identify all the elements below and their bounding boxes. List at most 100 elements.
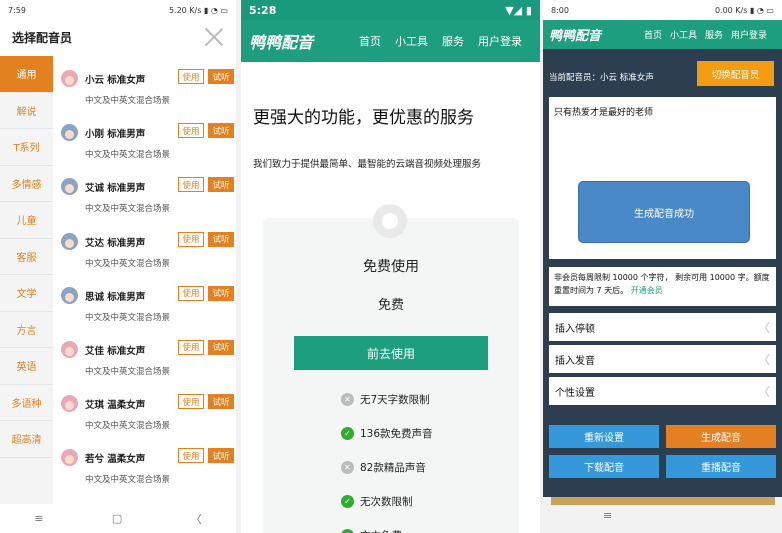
- category-tab[interactable]: T系列: [0, 129, 53, 166]
- generate-button[interactable]: 生成配音: [666, 425, 776, 448]
- page-title: 选择配音员: [12, 30, 73, 45]
- try-listen-button[interactable]: 试听: [208, 285, 234, 301]
- voice-item[interactable]: 艾达 标准男声 中文及中英文混合场景 使用 试听: [58, 219, 236, 273]
- reset-button[interactable]: 重新设置: [549, 425, 659, 448]
- category-tab[interactable]: 超高清: [0, 421, 53, 458]
- category-tab[interactable]: 方言: [0, 312, 53, 348]
- option-label: 插入发音: [555, 355, 595, 367]
- cross-icon: ✕: [341, 461, 354, 474]
- voice-name: 艾达 标准男声: [85, 237, 146, 249]
- category-tab[interactable]: 通用: [0, 56, 53, 93]
- close-icon[interactable]: [204, 27, 224, 47]
- voice-item[interactable]: 思诚 标准男声 中文及中英文混合场景 使用 试听: [58, 273, 236, 327]
- feature-item: ✓ 136款免费声音: [341, 426, 433, 441]
- try-listen-button[interactable]: 试听: [208, 339, 234, 355]
- nav-tools[interactable]: 小工具: [670, 28, 697, 41]
- logo[interactable]: 鸭鸭配音: [549, 25, 636, 44]
- voice-name: 艾佳 标准女声: [85, 345, 146, 357]
- try-listen-button[interactable]: 试听: [208, 69, 234, 84]
- voice-item[interactable]: 小刚 标准男声 中文及中英文混合场景 使用 试听: [58, 110, 236, 164]
- voice-desc: 中文及中英文混合场景: [85, 421, 171, 432]
- voice-item[interactable]: 艾诚 标准男声中文及中英文混合场景 使用 试听: [58, 164, 236, 218]
- download-button[interactable]: 下载配音: [549, 455, 659, 478]
- back-icon[interactable]: 〈: [191, 511, 202, 527]
- go-use-button[interactable]: 前去使用: [294, 336, 488, 370]
- voice-item[interactable]: 艾佳 标准女声中文及中英文混合场景 使用 试听: [58, 327, 236, 381]
- text-input-area[interactable]: 只有热爱才是最好的老师 生成配音成功: [549, 97, 776, 259]
- voice-name: 小刚 标准男声: [85, 129, 146, 141]
- avatar: [61, 449, 78, 467]
- category-tab[interactable]: 解说: [0, 93, 53, 129]
- use-button[interactable]: 使用: [178, 231, 204, 247]
- chevron-left-icon: 〈: [757, 384, 770, 399]
- try-listen-button[interactable]: 试听: [208, 394, 234, 410]
- nav-tools[interactable]: 小工具: [395, 33, 428, 49]
- nav-home[interactable]: 首页: [359, 33, 381, 49]
- try-listen-button[interactable]: 试听: [208, 448, 234, 464]
- nav-services[interactable]: 服务: [705, 28, 723, 41]
- replay-button[interactable]: 重播配音: [666, 455, 776, 478]
- avatar: [61, 178, 78, 196]
- voice-item[interactable]: 艾琪 温柔女声 中文及中英文混合场景 使用 试听: [58, 381, 236, 435]
- menu-icon[interactable]: ≡: [34, 512, 43, 525]
- option-insert-pause[interactable]: 插入停顿 〈: [549, 313, 776, 341]
- banner-image: [551, 497, 775, 505]
- use-button[interactable]: 使用: [178, 285, 204, 301]
- input-text: 只有热爱才是最好的老师: [554, 108, 654, 118]
- category-tab[interactable]: 多语种: [0, 385, 53, 421]
- voice-name: 小云 标准女声: [85, 75, 146, 86]
- picker-body: 通用 解说 T系列 多情感 儿童 客服 文学 方言 英语 多语种 超高清 小云 标准女声中文及中英文…: [0, 56, 236, 504]
- try-listen-button[interactable]: 试听: [208, 177, 234, 193]
- avatar: [61, 286, 78, 304]
- use-button[interactable]: 使用: [178, 394, 204, 410]
- try-listen-button[interactable]: 试听: [208, 123, 234, 139]
- status-bar: 7:59 5.20 K/s ▮ ◔ ▭: [0, 0, 236, 20]
- menu-icon[interactable]: ≡: [603, 509, 612, 522]
- feature-item: ✓ 文本免费: [341, 528, 402, 533]
- option-label: 插入停顿: [555, 323, 595, 335]
- try-listen-button[interactable]: 试听: [208, 231, 234, 247]
- nav-home[interactable]: 首页: [644, 28, 662, 41]
- option-insert-pronunciation[interactable]: 插入发音 〈: [549, 345, 776, 373]
- voice-name: 思诚 标准男声: [85, 291, 146, 303]
- top-nav: 鸭鸭配音 首页 小工具 服务 用户登录: [241, 20, 540, 62]
- category-tab[interactable]: 英语: [0, 348, 53, 385]
- check-icon: ✓: [341, 495, 354, 508]
- category-tab[interactable]: 文学: [0, 275, 53, 312]
- open-membership-link[interactable]: 开通会员: [631, 286, 663, 295]
- logo[interactable]: 鸭鸭配音: [249, 29, 345, 53]
- nav-login[interactable]: 用户登录: [731, 28, 767, 41]
- chevron-left-icon: 〈: [757, 352, 770, 367]
- feature-item: ✓ 无次数限制: [341, 494, 413, 509]
- use-button[interactable]: 使用: [178, 177, 204, 193]
- avatar: [61, 340, 78, 358]
- headline: 更强大的功能，更优惠的服务: [253, 108, 474, 128]
- voice-item[interactable]: 小云 标准女声中文及中英文混合场景 使用 试听: [58, 56, 236, 110]
- category-tab[interactable]: 客服: [0, 239, 53, 275]
- nav-login[interactable]: 用户登录: [478, 33, 522, 49]
- category-tab[interactable]: 儿童: [0, 202, 53, 239]
- voice-name: 艾诚 标准男声: [85, 183, 146, 195]
- switch-voice-button[interactable]: 切换配音员: [697, 61, 774, 86]
- avatar: [61, 70, 78, 87]
- option-personal-settings[interactable]: 个性设置 〈: [549, 377, 776, 405]
- category-tab[interactable]: 多情感: [0, 166, 53, 202]
- current-voice-label: 当前配音员：小云 标准女声: [549, 73, 654, 83]
- status-icons: ▼◢ ▮: [505, 3, 532, 17]
- feature-text: 无次数限制: [360, 496, 413, 508]
- nav-services[interactable]: 服务: [442, 33, 464, 49]
- voice-desc: 中文及中英文混合场景: [85, 366, 171, 377]
- use-button[interactable]: 使用: [178, 69, 204, 84]
- voice-item[interactable]: 若兮 温柔女声 中文及中英文混合场景 使用 试听: [58, 435, 236, 489]
- avatar: [61, 232, 78, 250]
- use-button[interactable]: 使用: [178, 448, 204, 464]
- home-icon[interactable]: ▢: [112, 512, 122, 525]
- quota-notice: 非会员每周限制 10000 个字符， 剩余可用 10000 字。额度重置时间为 …: [549, 267, 776, 306]
- avatar: [61, 395, 78, 413]
- category-list: 通用 解说 T系列 多情感 儿童 客服 文学 方言 英语 多语种 超高清: [0, 56, 53, 504]
- use-button[interactable]: 使用: [178, 339, 204, 355]
- cross-icon: ✕: [341, 393, 354, 406]
- voice-desc: 中文及中英文混合场景: [85, 204, 171, 215]
- use-button[interactable]: 使用: [178, 123, 204, 139]
- voice-desc: 中文及中英文混合场景: [85, 96, 171, 106]
